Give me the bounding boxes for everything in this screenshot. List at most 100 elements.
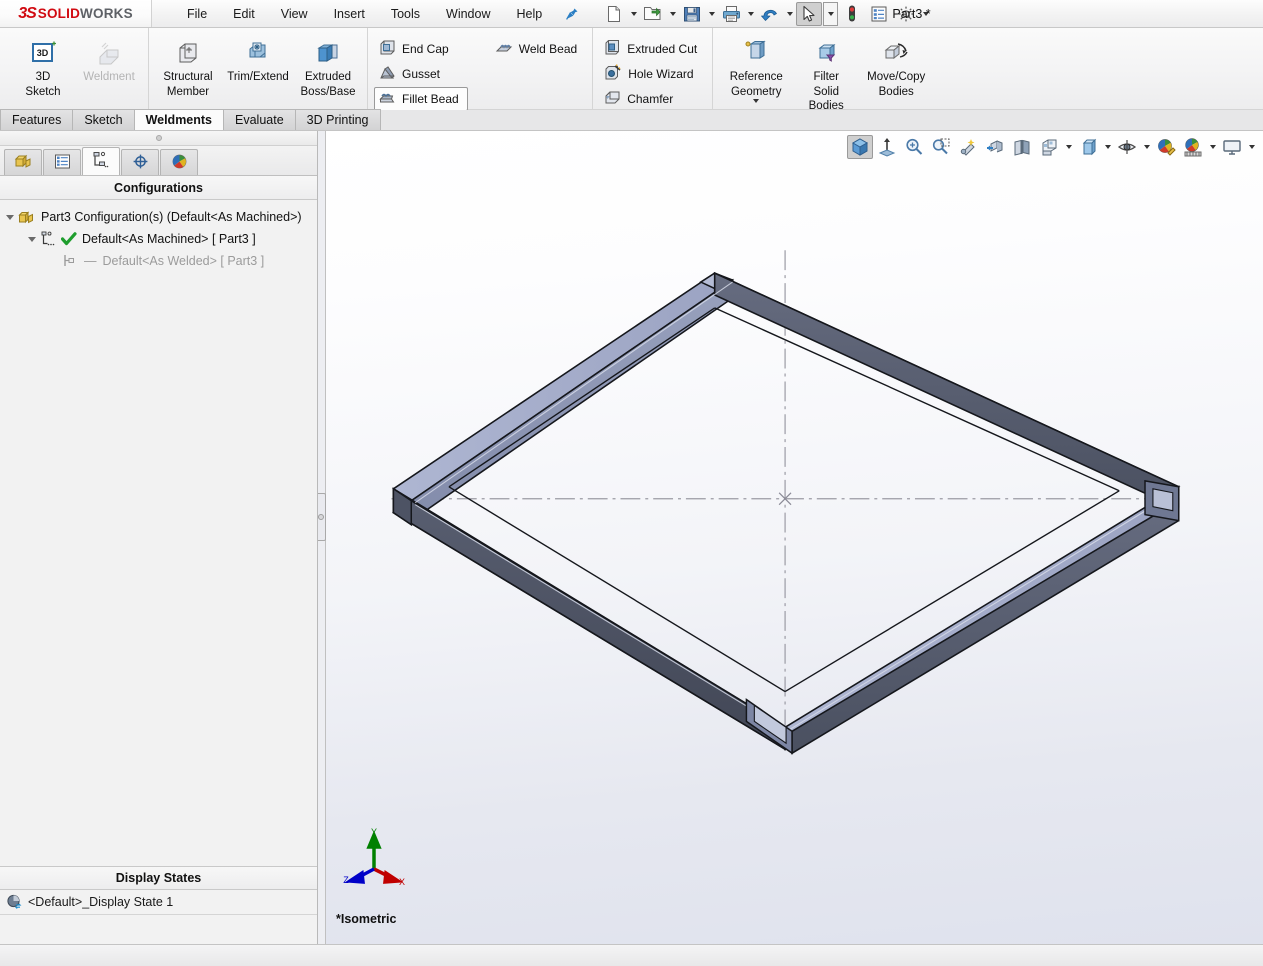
splitter-grip[interactable] <box>317 493 326 541</box>
feature-manager-tab[interactable] <box>4 149 42 175</box>
chamfer-icon <box>604 89 621 109</box>
tab-sketch[interactable]: Sketch <box>72 109 135 130</box>
move-copy-bodies-button[interactable]: Move/Copy Bodies <box>859 32 933 102</box>
hide-show-items-button[interactable] <box>1114 135 1140 159</box>
tree-config-default-as-welded[interactable]: — Default<As Welded> [ Part3 ] <box>0 250 317 272</box>
undo-button[interactable] <box>757 2 783 26</box>
tab-evaluate[interactable]: Evaluate <box>223 109 296 130</box>
extruded-boss-base-button[interactable]: Extruded Boss/Base <box>295 32 361 102</box>
fillet-bead-button[interactable]: Fillet Bead <box>374 87 468 111</box>
move-copy-bodies-label-2: Bodies <box>878 85 914 98</box>
hide-show-dropdown[interactable] <box>1141 135 1152 159</box>
trim-extend-button[interactable]: Trim/Extend <box>221 32 295 102</box>
apply-scene-dropdown[interactable] <box>1207 135 1218 159</box>
feature-tree-icon <box>14 153 33 173</box>
display-style-button[interactable] <box>1075 135 1101 159</box>
display-state-label: <Default>_Display State 1 <box>28 895 174 909</box>
display-manager-tab[interactable] <box>160 149 198 175</box>
open-document-dropdown[interactable] <box>667 2 678 26</box>
solidworks-logo: 3S SOLID WORKS <box>0 0 152 27</box>
undo-dropdown[interactable] <box>784 2 795 26</box>
tab-3d-printing[interactable]: 3D Printing <box>294 109 381 130</box>
view-orientation-menu-button[interactable] <box>1036 135 1062 159</box>
dimxpert-target-icon <box>131 153 150 173</box>
weldment-button[interactable]: Weldment <box>76 32 142 102</box>
extruded-cut-button[interactable]: Extruded Cut <box>599 37 706 61</box>
display-style-dropdown[interactable] <box>1102 135 1113 159</box>
configuration-manager-tab[interactable] <box>82 147 120 175</box>
menu-item-view[interactable]: View <box>268 2 321 26</box>
menu-item-window[interactable]: Window <box>433 2 503 26</box>
structural-member-button[interactable]: Structural Member <box>155 32 221 102</box>
menu-item-edit[interactable]: Edit <box>220 2 268 26</box>
print-dropdown[interactable] <box>745 2 756 26</box>
frame-member-upper-left[interactable] <box>391 272 735 527</box>
frame-member-upper-right[interactable] <box>699 271 1181 523</box>
tree-config-default-as-machined[interactable]: Default<As Machined> [ Part3 ] <box>0 228 317 250</box>
view-settings-dropdown[interactable] <box>1246 135 1257 159</box>
gusset-button[interactable]: Gusset <box>374 62 468 86</box>
chamfer-button[interactable]: Chamfer <box>599 87 706 111</box>
solidworks-window: 3S SOLID WORKS File Edit View Insert Tools… <box>0 0 1263 966</box>
zoom-to-area-button[interactable] <box>901 135 927 159</box>
save-dropdown[interactable] <box>706 2 717 26</box>
view-orientation-button[interactable] <box>847 135 873 159</box>
suppressed-dash-icon: — <box>84 254 97 268</box>
expand-twisty-icon[interactable] <box>24 236 40 242</box>
apply-scene-button[interactable] <box>1180 135 1206 159</box>
structural-member-icon <box>173 37 203 69</box>
print-button[interactable] <box>718 2 744 26</box>
panel-collapse-handle[interactable] <box>0 131 317 146</box>
file-properties-button[interactable] <box>866 2 892 26</box>
filter-solid-bodies-button[interactable]: Filter Solid Bodies <box>793 32 859 114</box>
select-dropdown[interactable] <box>823 1 839 26</box>
filter-solid-bodies-icon <box>811 37 841 69</box>
tree-config-machined-label: Default<As Machined> [ Part3 ] <box>82 232 256 246</box>
view-settings-button[interactable] <box>1219 135 1245 159</box>
pushpin-icon[interactable] <box>565 7 579 21</box>
gear-icon[interactable] <box>893 2 919 26</box>
select-button[interactable] <box>796 1 823 26</box>
3d-sketch-label-1: 3D <box>35 71 51 83</box>
menu-item-help[interactable]: Help <box>504 2 556 26</box>
reference-geometry-button[interactable]: Reference Geometry <box>719 32 793 104</box>
mirror-view-button[interactable] <box>1009 135 1035 159</box>
rebuild-button[interactable] <box>839 2 865 26</box>
move-copy-bodies-icon <box>880 37 912 69</box>
fillet-bead-icon <box>379 89 396 109</box>
menu-item-tools[interactable]: Tools <box>378 2 433 26</box>
hole-wizard-button[interactable]: Hole Wizard <box>599 62 706 86</box>
tree-root-configurations[interactable]: Part3 Configuration(s) (Default<As Machi… <box>0 206 317 228</box>
dimxpert-manager-tab[interactable] <box>121 149 159 175</box>
3d-sketch-button[interactable]: 3D 3D Sketch <box>10 32 76 102</box>
section-view-button[interactable] <box>982 135 1008 159</box>
menu-item-file[interactable]: File <box>174 2 220 26</box>
weldment-frame-model[interactable] <box>326 131 1263 944</box>
new-document-dropdown[interactable] <box>628 2 639 26</box>
cut-features-column: Extruded Cut Hole Wizard Chamfer <box>599 32 706 111</box>
view-orientation-dropdown[interactable] <box>1063 135 1074 159</box>
save-button[interactable] <box>679 2 705 26</box>
menu-item-insert[interactable]: Insert <box>321 2 378 26</box>
graphics-viewport[interactable]: Y X Z *Isometric <box>326 131 1263 944</box>
previous-view-button[interactable] <box>955 135 981 159</box>
display-state-item[interactable]: <Default>_Display State 1 <box>0 890 317 914</box>
gusset-icon <box>379 64 396 84</box>
weld-bead-button[interactable]: Weld Bead <box>490 37 586 61</box>
end-cap-button[interactable]: End Cap <box>374 37 468 61</box>
options-dropdown[interactable] <box>920 2 931 26</box>
trim-extend-label: Trim/Extend <box>227 71 289 83</box>
zoom-to-fit-button[interactable] <box>874 135 900 159</box>
open-document-button[interactable] <box>640 2 666 26</box>
expand-twisty-icon[interactable] <box>2 214 18 220</box>
new-document-button[interactable] <box>601 2 627 26</box>
triad-x-axis <box>373 867 404 884</box>
tab-features[interactable]: Features <box>0 109 74 130</box>
edit-appearance-button[interactable] <box>1153 135 1179 159</box>
feature-manager-panel: Configurations Part3 Configuration(s) (D… <box>0 131 318 944</box>
panel-splitter[interactable] <box>317 131 326 944</box>
tab-weldments[interactable]: Weldments <box>133 109 225 130</box>
zoom-window-button[interactable] <box>928 135 954 159</box>
reference-geometry-dropdown[interactable] <box>753 99 760 103</box>
property-manager-tab[interactable] <box>43 149 81 175</box>
